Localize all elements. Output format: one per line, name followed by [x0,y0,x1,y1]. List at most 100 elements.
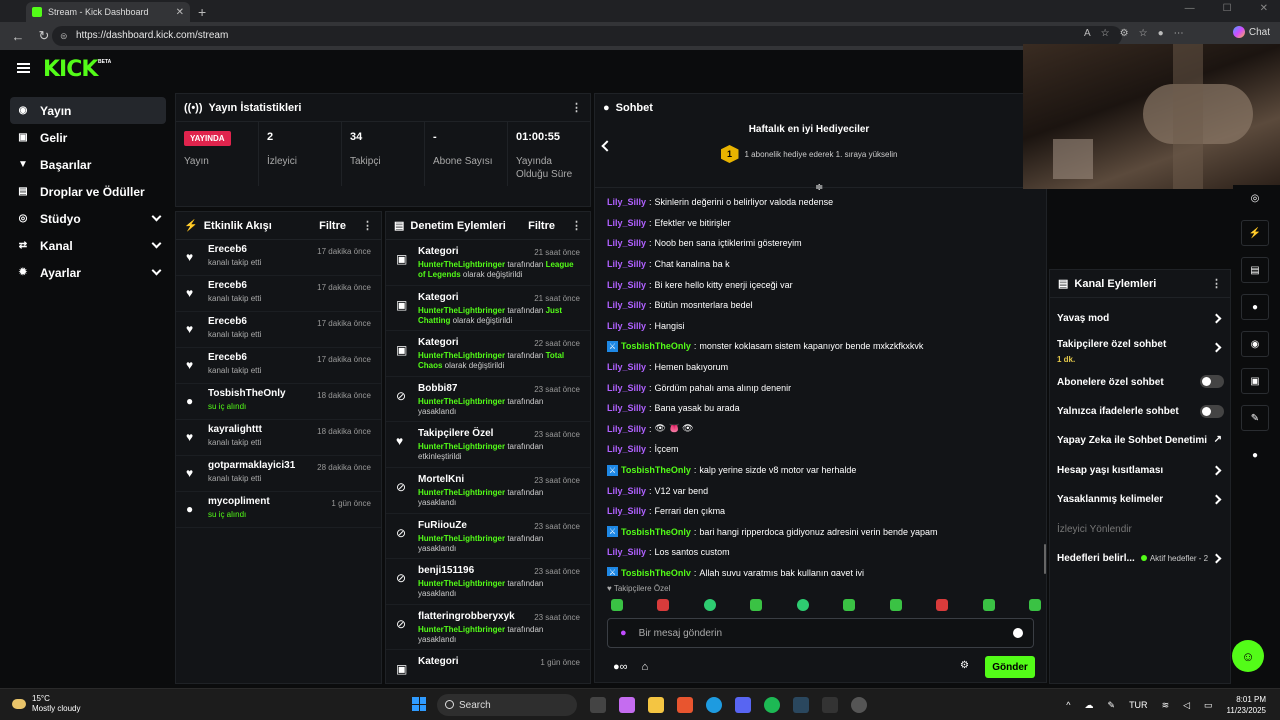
chat-message[interactable]: Lily_Silly: Bütün mosnterlara bedel [607,295,1037,316]
chat-message[interactable]: ⚔ TosbishTheOnly: monster koklasam siste… [607,336,1037,357]
wrench-icon[interactable]: ✎ [1241,405,1269,431]
emote-icon[interactable] [982,599,995,611]
chat-username[interactable]: Lily_Silly [607,506,646,516]
reload-icon[interactable]: ↻ [36,28,52,44]
moderation-item[interactable]: ⊘ MortelKni HunterTheLightbringer tarafı… [386,468,590,514]
activity-event[interactable]: ● mycopliment su iç alındı 1 gün önce [176,492,381,528]
store-icon[interactable]: ⌂ [642,661,649,673]
sidebar-item-studyo[interactable]: ◎ Stüdyo [10,205,166,232]
chat-username[interactable]: Lily_Silly [607,486,646,496]
channel-action[interactable]: Yalnızca ifadelerle sohbet [1050,397,1230,426]
emote-icon[interactable] [889,599,902,611]
file-explorer-icon[interactable] [648,697,664,713]
help-button[interactable]: ☺ [1232,640,1264,672]
channel-action[interactable]: Hedefleri belirl... Aktif hedefler - 2 [1050,544,1230,573]
sidebar-item-yayin[interactable]: ◉ Yayın [10,97,166,124]
kick-points-icon[interactable]: ●∞ [613,661,628,673]
toggle-switch[interactable] [1200,404,1224,418]
more-icon[interactable]: ⋯ [1174,28,1184,39]
sidebar-item-basarilar[interactable]: ▼ Başarılar [10,151,166,178]
office-icon[interactable] [677,697,693,713]
chat-username[interactable]: Lily_Silly [607,362,646,372]
send-button[interactable]: Gönder [985,656,1035,678]
chat-username[interactable]: TosbishTheOnly [621,527,691,537]
spotify-icon[interactable] [764,697,780,713]
chat-message[interactable]: Lily_Silly: Gördüm pahalı ama alınıp den… [607,377,1037,398]
maximize-icon[interactable]: ☐ [1223,3,1232,14]
chat-input[interactable]: ● Bir mesaj gönderin [607,618,1034,648]
chat-username[interactable]: TosbishTheOnly [621,341,691,351]
collections-icon[interactable]: ☆ [1139,28,1148,39]
moderation-item[interactable]: ♥ Takipçilere Özel HunterTheLightbringer… [386,422,590,468]
chat-message[interactable]: ⚔ TosbishTheOnly: Allah suyu yaratmış ba… [607,563,1037,576]
emote-icon[interactable] [611,599,623,611]
new-tab-icon[interactable]: + [198,2,206,22]
toggle-switch[interactable] [1200,375,1224,389]
chat-settings-icon[interactable]: ⚙ [960,660,969,671]
microphone-icon[interactable]: ● [620,627,627,639]
chat-message[interactable]: Lily_Silly: Hangisi [607,316,1037,337]
sidebar-item-kanal[interactable]: ⇄ Kanal [10,232,166,259]
broadcast-icon[interactable]: ◉ [1241,331,1269,357]
chat-username[interactable]: Lily_Silly [607,259,646,269]
chat-username[interactable]: Lily_Silly [607,197,646,207]
chat-username[interactable]: Lily_Silly [607,403,646,413]
back-icon[interactable]: ← [10,29,26,44]
chat-message[interactable]: Lily_Silly: Efektler ve bitirişler [607,213,1037,234]
activity-event[interactable]: ♥ gotparmaklayici31 kanalı takip etti 28… [176,456,381,492]
task-view-icon[interactable] [590,697,606,713]
wifi-icon[interactable]: ≋ [1162,700,1170,711]
windows-start-icon[interactable] [412,697,426,711]
emote-icon[interactable] [657,599,670,611]
moderation-item[interactable]: ⊘ benji151196 HunterTheLightbringer tara… [386,559,590,605]
url-field[interactable]: ⊜ https://dashboard.kick.com/stream [52,26,1122,46]
filter-button[interactable]: Filtre [528,220,555,232]
chat-message[interactable]: Lily_Silly: Bi kere hello kitty enerji i… [607,274,1037,295]
discord-icon[interactable] [735,697,751,713]
edge-icon[interactable] [706,697,722,713]
emote-icon[interactable] [843,599,856,611]
browser-tab[interactable]: Stream - Kick Dashboard ✕ [26,2,190,22]
moderation-item[interactable]: ⊘ FuRiiouZe HunterTheLightbringer tarafı… [386,514,590,560]
more-options-icon[interactable]: ⋮ [362,219,373,232]
minimize-icon[interactable]: — [1185,3,1195,14]
menu-icon[interactable] [17,63,30,73]
moderation-item[interactable]: ▣ Kategori HunterTheLightbringer tarafın… [386,331,590,377]
moderation-item[interactable]: ▣ Kategori HunterTheLightbringer tarafın… [386,286,590,332]
chevron-up-icon[interactable]: ^ [1066,700,1070,710]
app-icon[interactable] [851,697,867,713]
more-options-icon[interactable]: ⋮ [571,101,582,114]
read-aloud-icon[interactable]: A [1084,28,1091,39]
chat-username[interactable]: TosbishTheOnly [621,465,691,475]
document-icon[interactable]: ▤ [1241,257,1269,283]
chat-username[interactable]: Lily_Silly [607,280,646,290]
chat-message[interactable]: Lily_Silly: Los santos custom [607,542,1037,563]
moderation-item[interactable]: ⊘ Bobbi87 HunterTheLightbringer tarafınd… [386,377,590,423]
channel-action[interactable]: İzleyici Yönlendir [1050,514,1230,543]
target-icon[interactable]: ◎ [1241,185,1269,211]
moderation-item[interactable]: ⊘ flatteringrobberyxyk HunterTheLightbri… [386,605,590,651]
chat-message[interactable]: Lily_Silly: Noob ben sana içtiklerimi gö… [607,233,1037,254]
more-options-icon[interactable]: ⋮ [1211,277,1222,290]
sidebar-item-droplar[interactable]: ▤ Droplar ve Ödüller [10,178,166,205]
chat-username[interactable]: Lily_Silly [607,424,646,434]
activity-event[interactable]: ● TosbishTheOnly su iç alındı 18 dakika … [176,384,381,420]
chat-message[interactable]: Lily_Silly: Bana yasak bu arada [607,398,1037,419]
channel-action[interactable]: Abonelere özel sohbet [1050,367,1230,396]
emote-icon[interactable] [1028,599,1041,611]
chat-message[interactable]: Lily_Silly: 👁 👅 👁 [607,419,1037,440]
activity-event[interactable]: ♥ kayralighttt kanalı takip etti 18 daki… [176,420,381,456]
chat-message[interactable]: ⚔ TosbishTheOnly: kalp yerine sizde v8 m… [607,460,1037,481]
inbox-icon[interactable]: ▣ [1241,368,1269,394]
bolt-icon[interactable]: ⚡ [1241,220,1269,246]
chat-username[interactable]: Lily_Silly [607,547,646,557]
chat-icon[interactable]: ● [1241,294,1269,320]
language-indicator[interactable]: TUR [1129,700,1148,710]
chat-username[interactable]: Lily_Silly [607,300,646,310]
chat-message[interactable]: ⚔ TosbishTheOnly: bari hangi ripperdoca … [607,522,1037,543]
chat-username[interactable]: Lily_Silly [607,444,646,454]
extensions-icon[interactable]: ⚙ [1120,28,1129,39]
more-options-icon[interactable]: ⋮ [571,219,582,232]
moderation-item[interactable]: ▣ Kategori 1 gün önce [386,650,590,683]
copilot-chat-button[interactable]: Chat [1232,26,1270,38]
